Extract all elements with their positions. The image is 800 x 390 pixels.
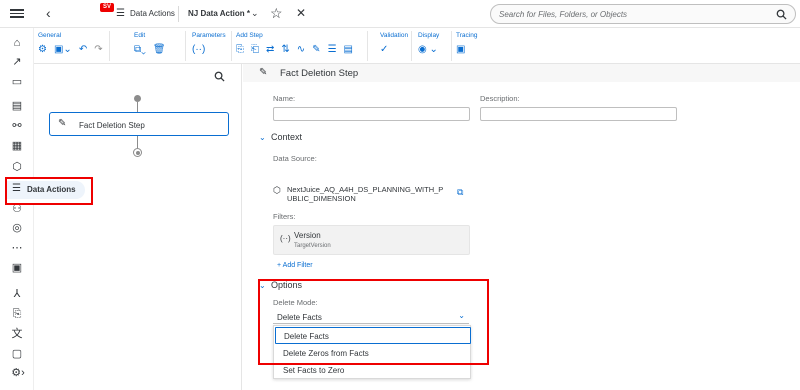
filters-label: Filters: [273, 212, 296, 221]
step-card-label: Fact Deletion Step [79, 121, 145, 130]
app-logo: SV [100, 3, 114, 12]
annotation-highlight-box [258, 279, 489, 365]
toolbar-group-tracing: Tracing ▣ [452, 31, 492, 61]
data-source-label: Data Source: [273, 154, 317, 163]
nav-item-label: Data Actions [27, 185, 76, 194]
toolbar-group-edit: Edit ⧉⌄ 🗑 [130, 31, 186, 61]
allocation-step-icon[interactable]: ⇄ [266, 44, 274, 56]
chat-icon[interactable]: ▢ [11, 348, 23, 360]
name-field[interactable] [273, 107, 470, 121]
toolbar-group-display: Display ◉ ⌄ [414, 31, 452, 61]
favorite-star-icon[interactable]: ☆ [270, 5, 283, 22]
group-label: Edit [134, 32, 146, 39]
folder-icon[interactable]: ▭ [11, 76, 23, 88]
trend-icon[interactable]: ↗ [11, 56, 23, 68]
flow-canvas: ✎ Fact Deletion Step [34, 64, 242, 390]
panel-title: Fact Deletion Step [280, 68, 359, 79]
flow-end-node [133, 148, 142, 157]
calendar-icon[interactable]: ▣ [11, 262, 23, 274]
toolbar-group-general: General ⚙ ▣⌄ ↶ ↷ [34, 31, 110, 61]
chevron-down-icon[interactable]: ⌄ [251, 8, 259, 19]
redo-icon[interactable]: ↷ [94, 44, 102, 56]
validate-icon[interactable]: ✓ [380, 44, 388, 56]
pencil-icon: ✎ [259, 67, 268, 78]
document-title[interactable]: NJ Data Action * [188, 9, 250, 18]
add-filter-link[interactable]: + Add Filter [277, 262, 313, 269]
pencil-icon: ✎ [58, 118, 67, 129]
section-title: Context [271, 132, 303, 142]
back-icon[interactable]: ‹ [46, 5, 51, 21]
group-label: General [38, 32, 62, 39]
parameter-icon[interactable]: (··) [192, 44, 205, 56]
cross-model-copy-icon[interactable]: ⎗ [251, 44, 259, 56]
step-card-fact-deletion[interactable]: ✎ Fact Deletion Step [49, 112, 229, 136]
models-icon[interactable]: ▦ [11, 140, 23, 152]
data-source-value: NextJuice_AQ_A4H_DS_PLANNING_WITH_PUBLIC… [287, 185, 444, 203]
cube-icon[interactable]: ⬡ [11, 161, 23, 173]
toolbar-group-parameters: Parameters (··) [188, 31, 232, 61]
copy-icon[interactable]: ⧉⌄ [134, 44, 146, 56]
filter-name: Version [294, 231, 321, 240]
stories-icon[interactable]: ▤ [11, 100, 23, 112]
embedded-action-icon[interactable]: ☰ [328, 44, 337, 56]
model-icon[interactable]: ▤ [344, 44, 353, 56]
global-search[interactable] [490, 4, 796, 24]
name-label: Name: [273, 94, 296, 103]
shell-bar: ‹ SV ☰ Data Actions NJ Data Action * ⌄ ☆… [0, 0, 800, 28]
home-icon[interactable]: ⌂ [11, 37, 23, 49]
nav-item-data-actions[interactable]: ☰ Data Actions [5, 177, 93, 205]
group-label: Display [418, 32, 440, 39]
divider [178, 6, 179, 22]
save-icon[interactable]: ▣⌄ [54, 44, 72, 56]
search-input[interactable] [499, 8, 769, 20]
toolbar-group-validation: Validation ✓ [376, 31, 412, 61]
transport-icon[interactable]: ⎘ [11, 308, 23, 320]
description-field[interactable] [480, 107, 677, 121]
group-label: Add Step [236, 32, 263, 39]
search-icon[interactable] [776, 9, 787, 20]
translate-icon[interactable]: 文 [11, 328, 23, 340]
copy-step-icon[interactable]: ⎘ [236, 44, 244, 56]
side-navigation: ⌂ ↗ ▭ ▤ ⚯ ▦ ⬡ ⚇ ◎ ⋯ ▣ ⅄ ⎘ 文 ▢ ⚙› [0, 28, 34, 390]
cube-icon: ⬡ [273, 185, 281, 195]
filter-token[interactable]: (··) Version TargetVersion [273, 225, 470, 255]
toolbar: General ⚙ ▣⌄ ↶ ↷ Edit ⧉⌄ 🗑 Parameters (·… [34, 28, 800, 64]
more-icon[interactable]: ⋯ [11, 242, 23, 254]
fact-deletion-icon[interactable]: ✎ [312, 44, 320, 56]
chevron-down-icon: ⌄ [259, 133, 266, 142]
change-source-icon[interactable]: ⧉ [457, 187, 463, 198]
flow-start-node [134, 95, 141, 102]
group-label: Parameters [192, 32, 226, 39]
data-action-icon: ☰ [116, 8, 125, 19]
view-icon[interactable]: ◉ ⌄ [418, 44, 438, 56]
conversion-step-icon[interactable]: ⇅ [281, 44, 289, 56]
settings-icon[interactable]: ⚙ [38, 44, 47, 56]
context-section-header[interactable]: ⌄ Context [259, 132, 302, 142]
data-action-icon: ☰ [12, 183, 21, 194]
description-label: Description: [480, 94, 520, 103]
undo-icon[interactable]: ↶ [79, 44, 87, 56]
analytics-icon[interactable]: ⚯ [11, 120, 23, 132]
parameter-icon: (··) [280, 234, 291, 243]
group-label: Tracing [456, 32, 478, 39]
expand-nav-icon[interactable]: ⚙› [9, 367, 27, 379]
compass-icon[interactable]: ◎ [11, 222, 23, 234]
toolbar-group-add-step: Add Step ⎘ ⎗ ⇄ ⇅ ∿ ✎ ☰ ▤ [232, 31, 368, 61]
panel-header: ✎ Fact Deletion Step [243, 64, 800, 82]
trace-icon[interactable]: ▣ [456, 44, 465, 56]
menu-icon[interactable] [10, 7, 24, 21]
hierarchy-icon[interactable]: ⅄ [11, 288, 23, 300]
filter-value: TargetVersion [294, 243, 331, 249]
close-icon[interactable]: ✕ [296, 6, 306, 20]
search-icon[interactable] [214, 71, 225, 82]
group-label: Validation [380, 32, 409, 39]
flow-connector [137, 102, 138, 112]
app-title[interactable]: Data Actions [130, 9, 175, 18]
advanced-formula-icon[interactable]: ∿ [297, 44, 305, 56]
delete-icon[interactable]: 🗑 [153, 44, 166, 56]
flow-connector [137, 136, 138, 148]
